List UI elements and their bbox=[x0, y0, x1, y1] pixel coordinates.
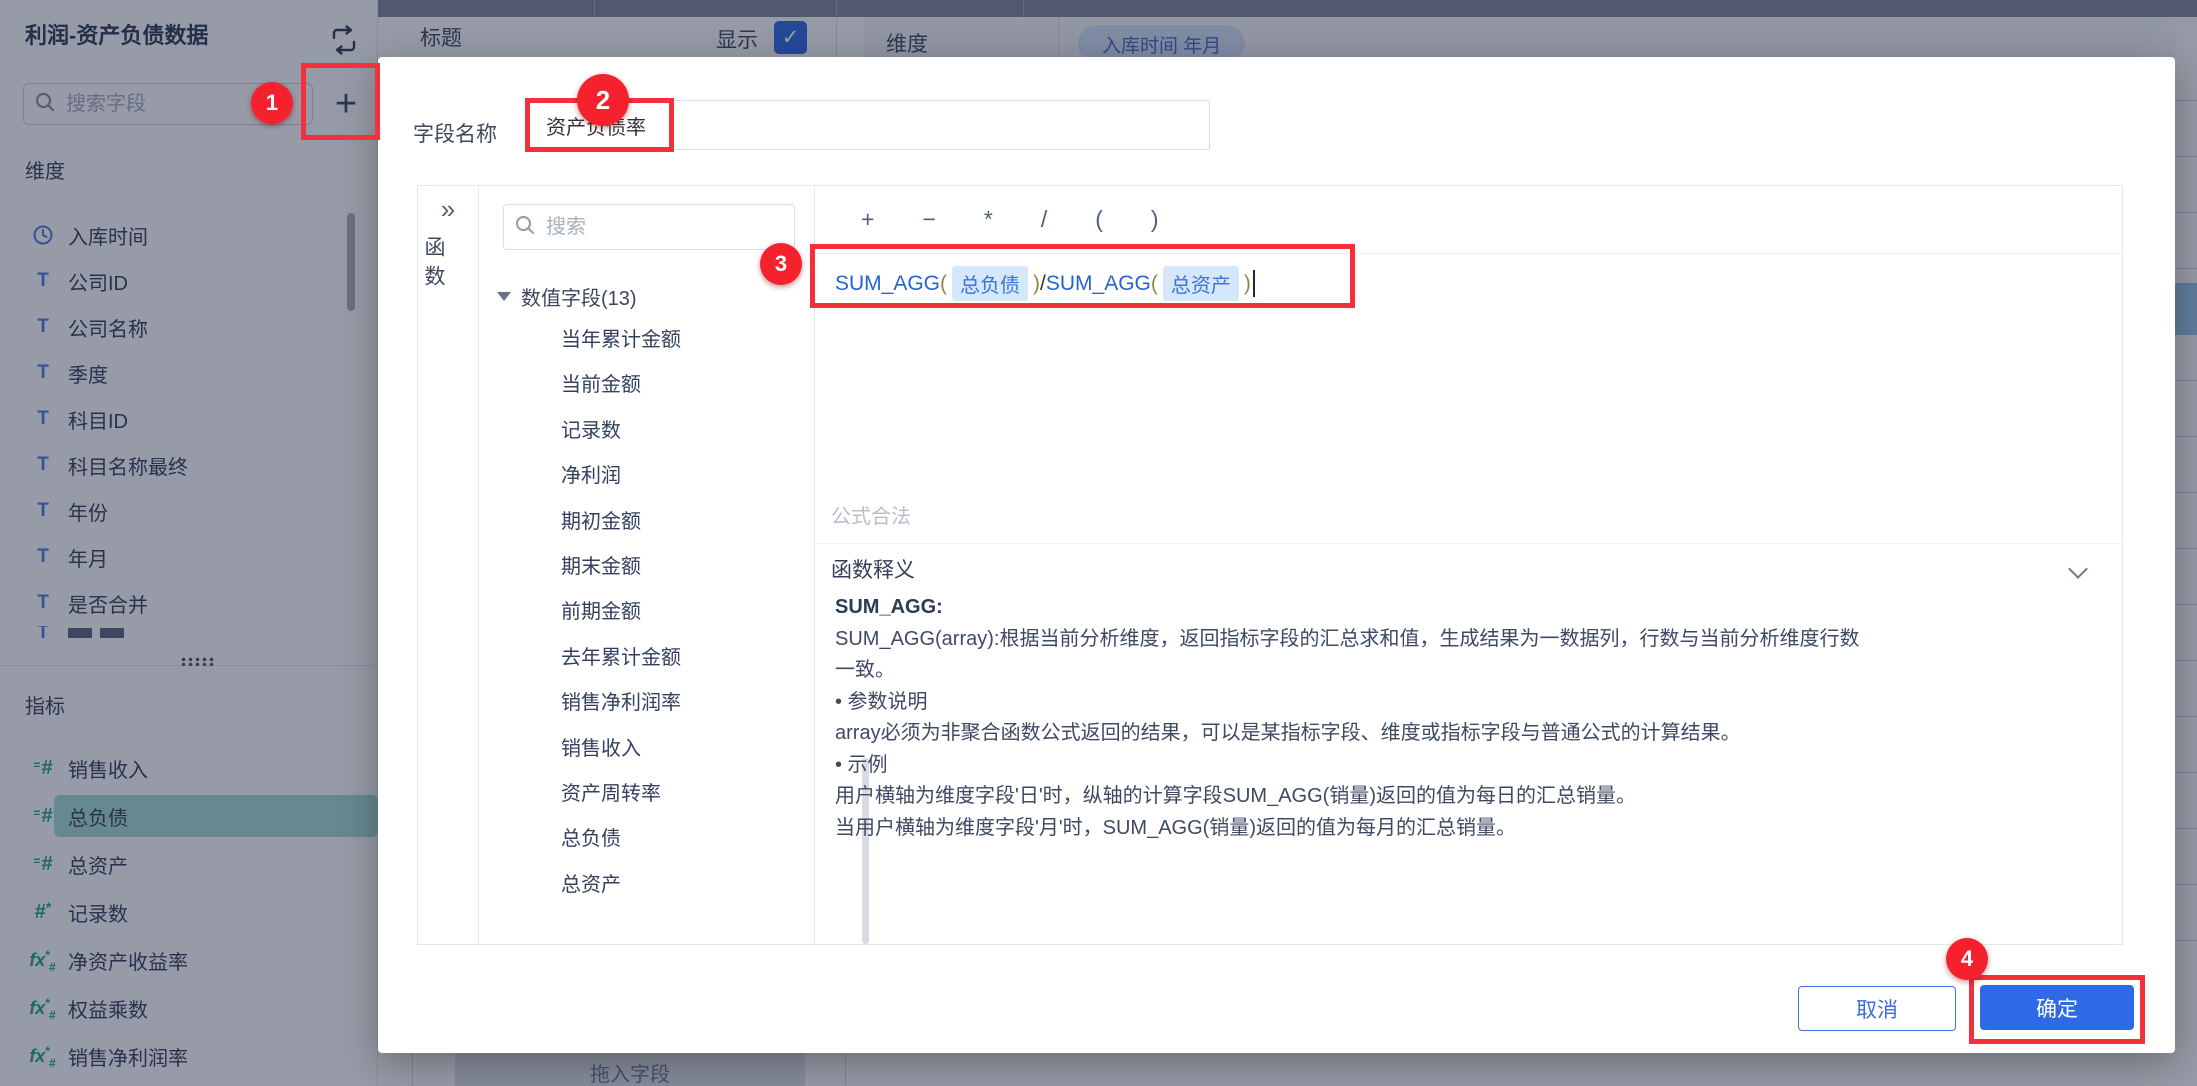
annotation-step-1: 1 bbox=[251, 82, 293, 124]
help-line: • 示例 bbox=[835, 750, 2103, 782]
tree-item[interactable]: 当前金额 bbox=[561, 368, 641, 398]
tree-item[interactable]: 当年累计金额 bbox=[561, 323, 681, 353]
tree-search-box[interactable] bbox=[503, 204, 795, 250]
function-help-title: 函数释义 bbox=[831, 554, 915, 584]
annotation-step-4: 4 bbox=[1946, 938, 1988, 980]
operator-bar: + − * / () bbox=[815, 186, 2123, 253]
formula-status: 公式合法 bbox=[831, 500, 911, 529]
tree-search-input[interactable] bbox=[544, 215, 744, 240]
tree-item[interactable]: 前期金额 bbox=[561, 595, 641, 625]
annotation-step-3: 3 bbox=[760, 243, 802, 285]
annotation-box-add-button bbox=[301, 63, 380, 140]
triangle-down-icon bbox=[497, 292, 511, 301]
tree-group-numeric-fields[interactable]: 数值字段(13) bbox=[497, 282, 637, 311]
field-name-label: 字段名称 bbox=[413, 118, 497, 148]
chevron-down-icon[interactable] bbox=[2068, 559, 2088, 579]
help-line: SUM_AGG(array):根据当前分析维度，返回指标字段的汇总求和值，生成结… bbox=[835, 624, 2103, 656]
function-tab-label: 函数 bbox=[418, 236, 448, 294]
operator-button[interactable]: ) bbox=[1151, 206, 1159, 233]
tree-item[interactable]: 销售收入 bbox=[561, 732, 641, 762]
help-line: • 参数说明 bbox=[835, 687, 2103, 719]
help-line: 当用户横轴为维度字段'月'时，SUM_AGG(销量)返回的值为每月的汇总销量。 bbox=[835, 813, 2103, 845]
operator-button[interactable]: / bbox=[1041, 206, 1047, 233]
operator-button[interactable]: + bbox=[861, 206, 874, 233]
annotation-box-ok bbox=[1969, 975, 2145, 1044]
tree-item[interactable]: 记录数 bbox=[561, 414, 621, 444]
function-help-text: SUM_AGG:SUM_AGG(array):根据当前分析维度，返回指标字段的汇… bbox=[835, 592, 2103, 844]
app-window: 标题 显示 ✓ 维度 入库时间 年月 拖入字段 利润-资产负债数据 bbox=[0, 0, 2197, 1086]
tree-item[interactable]: 净利润 bbox=[561, 459, 621, 489]
collapse-panel-icon[interactable]: » bbox=[418, 196, 478, 222]
tree-item[interactable]: 去年累计金额 bbox=[561, 641, 681, 671]
search-icon bbox=[514, 214, 536, 241]
tree-item[interactable]: 总资产 bbox=[561, 868, 621, 898]
help-line: 用户横轴为维度字段'日'时，纵轴的计算字段SUM_AGG(销量)返回的值为每日的… bbox=[835, 781, 2103, 813]
tree-group-label: 数值字段(13) bbox=[521, 282, 637, 311]
operator-button[interactable]: * bbox=[984, 206, 993, 233]
annotation-step-2: 2 bbox=[577, 74, 629, 126]
cancel-button[interactable]: 取消 bbox=[1798, 986, 1956, 1031]
tree-item[interactable]: 销售净利润率 bbox=[561, 686, 681, 716]
tree-item[interactable]: 总负债 bbox=[561, 822, 621, 852]
help-line: 一致。 bbox=[835, 655, 2103, 687]
operator-button[interactable]: − bbox=[922, 206, 935, 233]
field-tree-panel: 数值字段(13) 当年累计金额当前金额记录数净利润期初金额期末金额前期金额去年累… bbox=[479, 186, 815, 944]
tree-item[interactable]: 期初金额 bbox=[561, 505, 641, 535]
tree-item[interactable]: 期末金额 bbox=[561, 550, 641, 580]
help-line: SUM_AGG: bbox=[835, 592, 2103, 624]
help-line: array必须为非聚合函数公式返回的结果，可以是某指标字段、维度或指标字段与普通… bbox=[835, 718, 2103, 750]
function-tab[interactable]: » 函数 bbox=[418, 186, 479, 944]
calculated-field-dialog: 字段名称 » 函数 数值字段(13) bbox=[378, 57, 2175, 1053]
annotation-box-formula bbox=[810, 244, 1355, 308]
tree-item[interactable]: 资产周转率 bbox=[561, 777, 661, 807]
operator-button[interactable]: ( bbox=[1095, 206, 1103, 233]
